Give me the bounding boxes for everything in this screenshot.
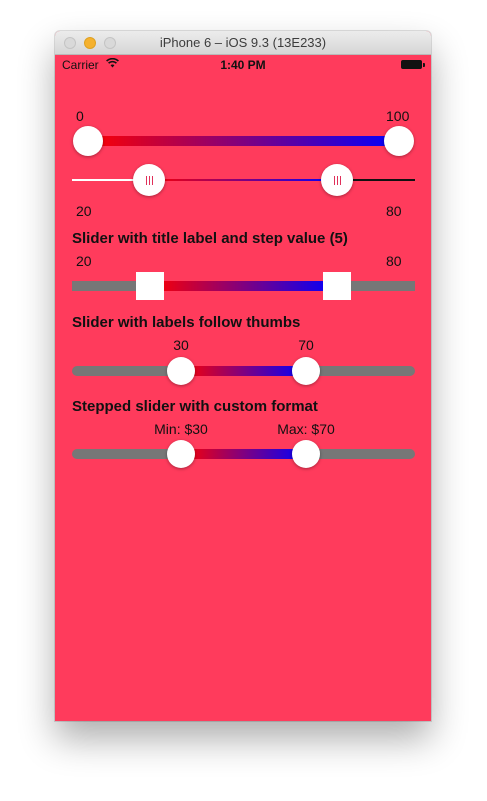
status-time: 1:40 PM	[220, 58, 266, 72]
battery-icon	[401, 60, 425, 69]
slider1-track[interactable]	[87, 136, 400, 146]
window-title: iPhone 6 – iOS 9.3 (13E233)	[159, 35, 327, 50]
app-screen: Carrier 1:40 PM 0 100 20 80 Slider with	[55, 55, 431, 721]
slider2-track-range[interactable]	[149, 179, 337, 181]
slider2-lower-thumb[interactable]	[133, 164, 165, 196]
slider3-max-label: 80	[386, 253, 402, 269]
slider1-upper-thumb[interactable]	[384, 126, 414, 156]
slider2-max-label: 80	[386, 203, 402, 219]
status-bar: Carrier 1:40 PM	[55, 55, 431, 75]
grip-line-icon	[333, 175, 335, 185]
slider4-upper-label: 70	[298, 337, 314, 353]
grip-line-icon	[148, 175, 150, 185]
slider4-title: Slider with labels follow thumbs	[72, 314, 301, 331]
grip-line-icon	[339, 175, 341, 185]
slider2-min-label: 20	[76, 203, 92, 219]
slider4-upper-thumb[interactable]	[292, 357, 320, 385]
slider5-lower-label: Min: $30	[154, 421, 208, 437]
slider4-lower-label: 30	[173, 337, 189, 353]
slider3-upper-thumb[interactable]	[323, 272, 351, 300]
slider4-lower-thumb[interactable]	[167, 357, 195, 385]
slider5-title: Stepped slider with custom format	[72, 398, 318, 415]
simulator-window: iPhone 6 – iOS 9.3 (13E233) Carrier 1:40…	[55, 31, 431, 721]
slider2-upper-thumb[interactable]	[321, 164, 353, 196]
window-titlebar: iPhone 6 – iOS 9.3 (13E233)	[55, 31, 431, 55]
slider1-max-label: 100	[386, 108, 410, 124]
slider1-min-label: 0	[76, 108, 84, 124]
slider3-range[interactable]	[150, 281, 337, 291]
slider5-upper-thumb[interactable]	[292, 440, 320, 468]
slider4-range[interactable]	[181, 366, 306, 376]
slider3-title: Slider with title label and step value (…	[72, 230, 348, 247]
slider3-min-label: 20	[76, 253, 92, 269]
slider5-lower-thumb[interactable]	[167, 440, 195, 468]
slider3-lower-thumb[interactable]	[136, 272, 164, 300]
slider5-upper-label: Max: $70	[277, 421, 335, 437]
grip-line-icon	[336, 175, 338, 185]
slider1-lower-thumb[interactable]	[73, 126, 103, 156]
grip-line-icon	[151, 175, 153, 185]
grip-line-icon	[145, 175, 147, 185]
slider5-range[interactable]	[181, 449, 306, 459]
